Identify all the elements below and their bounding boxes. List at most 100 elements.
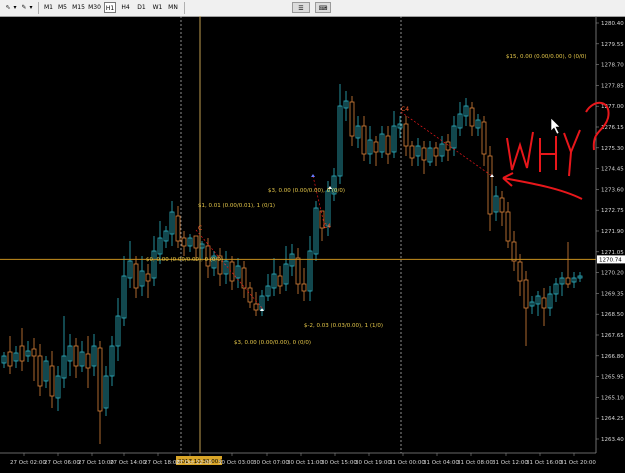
price-tick-label: 1263.40 bbox=[601, 437, 624, 443]
candle bbox=[565, 242, 571, 288]
candle bbox=[361, 116, 367, 161]
candle bbox=[571, 272, 577, 288]
price-tick-label: 1267.65 bbox=[601, 333, 624, 339]
time-tick-label: 31 Oct 16:00 bbox=[526, 460, 562, 466]
candlestick-chart[interactable]: 2017.10.30 00:001270.74C4C4C 1280.401279… bbox=[0, 16, 625, 469]
time-tick-label: 30 Oct 03:00 bbox=[218, 460, 254, 466]
timeframe-m30[interactable]: M30 bbox=[88, 2, 101, 13]
candle bbox=[349, 96, 355, 146]
candle bbox=[175, 206, 181, 248]
trade-summary-label: $3, 0.00 (0.00/0.00), 0 (0/0) bbox=[268, 188, 345, 194]
trade-marker: C4 bbox=[401, 106, 409, 113]
trade-marker: C bbox=[198, 225, 202, 232]
time-tick-label: 27 Oct 22:00 bbox=[176, 460, 212, 466]
candle bbox=[511, 231, 517, 271]
candle bbox=[505, 202, 511, 248]
keyboard-icon[interactable]: ⌨ bbox=[315, 2, 331, 13]
timeframe-h1[interactable]: H1 bbox=[104, 2, 116, 13]
trade-labels-layer: $15, 0.00 (0.00/0.00), 0 (0/0) $3, 0.00 (… bbox=[146, 54, 587, 346]
candle bbox=[469, 102, 475, 136]
price-chart[interactable]: 2017.10.30 00:00 1270.74 C4 C4 C 1280.40 1279… bbox=[0, 16, 625, 469]
trade-marker: C4 bbox=[323, 223, 331, 230]
price-tick-label: 1277.00 bbox=[601, 104, 624, 110]
candle bbox=[97, 341, 103, 444]
candle bbox=[139, 256, 145, 296]
candle bbox=[79, 341, 85, 372]
candle bbox=[415, 138, 421, 166]
candle bbox=[67, 334, 73, 376]
time-tick-label: 31 Oct 20:00 bbox=[560, 460, 596, 466]
candle bbox=[295, 248, 301, 294]
time-axis: 27 Oct 02:0027 Oct 06:0027 Oct 10:0027 O… bbox=[0, 452, 596, 466]
draw-tool-icon[interactable]: ✎ bbox=[20, 2, 28, 13]
price-tick-label: 1279.55 bbox=[601, 42, 624, 48]
trade-summary-label: $-2, 0.03 (0.03/0.00), 1 (1/0) bbox=[304, 323, 383, 329]
candle bbox=[445, 134, 451, 161]
timeframe-w1[interactable]: W1 bbox=[152, 2, 163, 13]
trade-summary-label: $0, 0.00 (0.00/0.00), 0 (0/0) bbox=[146, 257, 223, 263]
candle bbox=[301, 268, 307, 301]
dropdown-icon[interactable]: ▾ bbox=[28, 2, 34, 13]
toolbar-divider bbox=[38, 2, 39, 14]
candle bbox=[289, 244, 295, 276]
candle bbox=[547, 286, 553, 316]
hamburger-icon[interactable]: ☰ bbox=[292, 2, 310, 13]
time-tick-label: 27 Oct 10:00 bbox=[78, 460, 114, 466]
candle bbox=[535, 291, 541, 316]
trade-arrow-marker bbox=[311, 174, 315, 177]
time-tick-label: 30 Oct 07:00 bbox=[253, 460, 289, 466]
overlays-layer: 2017.10.30 00:001270.74C4C4C bbox=[0, 16, 625, 465]
price-tick-label: 1270.20 bbox=[601, 271, 624, 277]
price-tick-label: 1265.95 bbox=[601, 375, 624, 381]
trade-summary-label: $3, 0.00 (0.00/0.00), 0 (0/0) bbox=[234, 340, 311, 346]
candle bbox=[73, 338, 79, 378]
candle bbox=[163, 226, 169, 248]
price-tick-label: 1275.30 bbox=[601, 146, 624, 152]
candle bbox=[355, 116, 361, 148]
candle bbox=[241, 261, 247, 298]
candle bbox=[307, 236, 313, 301]
candle bbox=[337, 84, 343, 184]
timeframe-m1[interactable]: M1 bbox=[43, 2, 54, 13]
time-tick-label: 31 Oct 04:00 bbox=[423, 460, 459, 466]
candle bbox=[217, 248, 223, 286]
candle bbox=[187, 234, 193, 252]
candle bbox=[7, 336, 13, 374]
timeframe-h4[interactable]: H4 bbox=[120, 2, 131, 13]
candle bbox=[145, 264, 151, 298]
trade-summary-label: $1, 0.01 (0.00/0.01), 1 (0/1) bbox=[198, 203, 275, 209]
candle bbox=[529, 296, 535, 314]
time-tick-label: 27 Oct 18:00 bbox=[144, 460, 180, 466]
price-tick-label: 1272.75 bbox=[601, 208, 624, 214]
candle bbox=[61, 316, 67, 388]
candle bbox=[409, 141, 415, 166]
time-tick-label: 31 Oct 08:00 bbox=[457, 460, 493, 466]
candle bbox=[433, 142, 439, 166]
time-tick-label: 30 Oct 15:00 bbox=[321, 460, 357, 466]
candle bbox=[265, 274, 271, 301]
candle bbox=[211, 251, 217, 276]
candles-layer bbox=[1, 84, 583, 444]
candle bbox=[463, 98, 469, 126]
candle bbox=[385, 126, 391, 164]
timeframe-m5[interactable]: M5 bbox=[57, 2, 68, 13]
candle bbox=[127, 241, 133, 288]
price-tick-label: 1271.05 bbox=[601, 250, 624, 256]
timeframe-d1[interactable]: D1 bbox=[136, 2, 147, 13]
candle bbox=[313, 201, 319, 261]
timeframe-mn[interactable]: MN bbox=[167, 2, 179, 13]
timeframe-m15[interactable]: M15 bbox=[72, 2, 85, 13]
current-price-label: 1270.74 bbox=[599, 258, 622, 264]
candle bbox=[277, 266, 283, 294]
candle bbox=[379, 126, 385, 158]
candle bbox=[115, 298, 121, 361]
candle bbox=[487, 146, 493, 231]
candle bbox=[55, 366, 61, 411]
dropdown-icon[interactable]: ▾ bbox=[12, 2, 18, 13]
candle bbox=[391, 111, 397, 158]
price-tick-label: 1271.90 bbox=[601, 229, 624, 235]
toolbar: ⇖ ▾ ✎ ▾ M1 M5 M15 M30 H1 H4 D1 W1 MN ☰ ⌨ bbox=[0, 0, 625, 17]
candle bbox=[181, 231, 187, 256]
price-tick-label: 1264.25 bbox=[601, 416, 624, 422]
candle bbox=[259, 290, 265, 316]
